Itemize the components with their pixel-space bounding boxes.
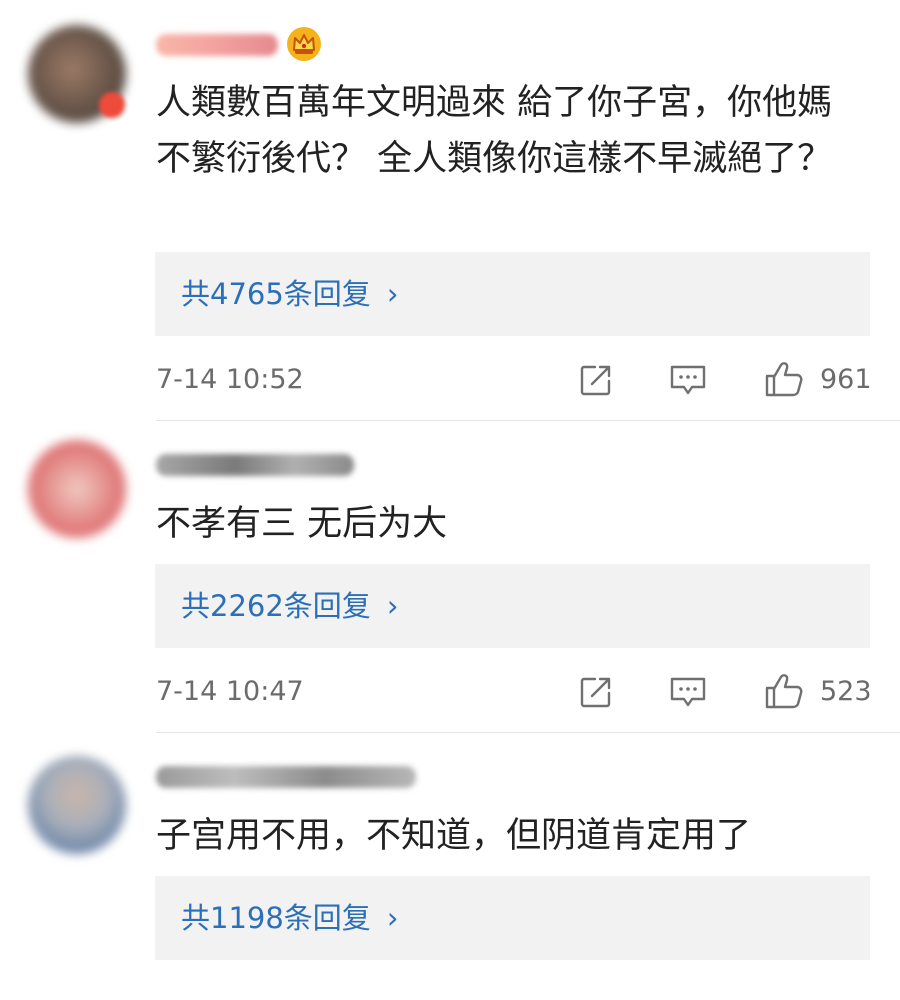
view-replies-link[interactable]: 共4765条回复 › <box>181 274 398 314</box>
timestamp: 7-14 10:52 <box>156 364 304 395</box>
reply-count-label: 共4765条回复 <box>181 277 371 311</box>
comment-text[interactable]: 子宫用不用，不知道，但阴道肯定用了 <box>156 808 856 864</box>
crown-badge-icon <box>287 27 321 61</box>
chevron-right-icon: › <box>386 589 399 623</box>
username-blurred[interactable] <box>156 454 354 476</box>
reply-count-label: 共1198条回复 <box>181 901 371 935</box>
reply-box[interactable]: 共4765条回复 › <box>155 252 870 336</box>
reply-box[interactable]: 共1198条回复 › <box>155 876 870 960</box>
thumbs-up-icon[interactable] <box>764 360 804 398</box>
reply-box[interactable]: 共2262条回复 › <box>155 564 870 648</box>
username-blurred[interactable] <box>156 766 416 788</box>
like-count: 523 <box>820 676 872 707</box>
avatar-badge <box>99 92 125 118</box>
comment-text[interactable]: 不孝有三 无后为大 <box>156 496 856 552</box>
username-blurred[interactable] <box>156 34 278 56</box>
share-icon[interactable] <box>578 674 614 710</box>
divider <box>156 420 900 421</box>
timestamp: 7-14 10:47 <box>156 676 304 707</box>
view-replies-link[interactable]: 共1198条回复 › <box>181 898 398 938</box>
comment-text[interactable]: 人類數百萬年文明過來 給了你子宮，你他媽不繁衍後代？ 全人類像你這樣不早滅絕了？ <box>156 75 856 187</box>
chevron-right-icon: › <box>386 901 399 935</box>
comment-icon[interactable] <box>668 674 708 710</box>
divider <box>156 732 900 733</box>
share-icon[interactable] <box>578 362 614 398</box>
thumbs-up-icon[interactable] <box>764 672 804 710</box>
avatar[interactable] <box>28 756 126 854</box>
reply-count-label: 共2262条回复 <box>181 589 371 623</box>
chevron-right-icon: › <box>386 277 399 311</box>
avatar[interactable] <box>28 440 126 538</box>
like-count: 961 <box>820 364 872 395</box>
comment-icon[interactable] <box>668 362 708 398</box>
view-replies-link[interactable]: 共2262条回复 › <box>181 586 398 626</box>
